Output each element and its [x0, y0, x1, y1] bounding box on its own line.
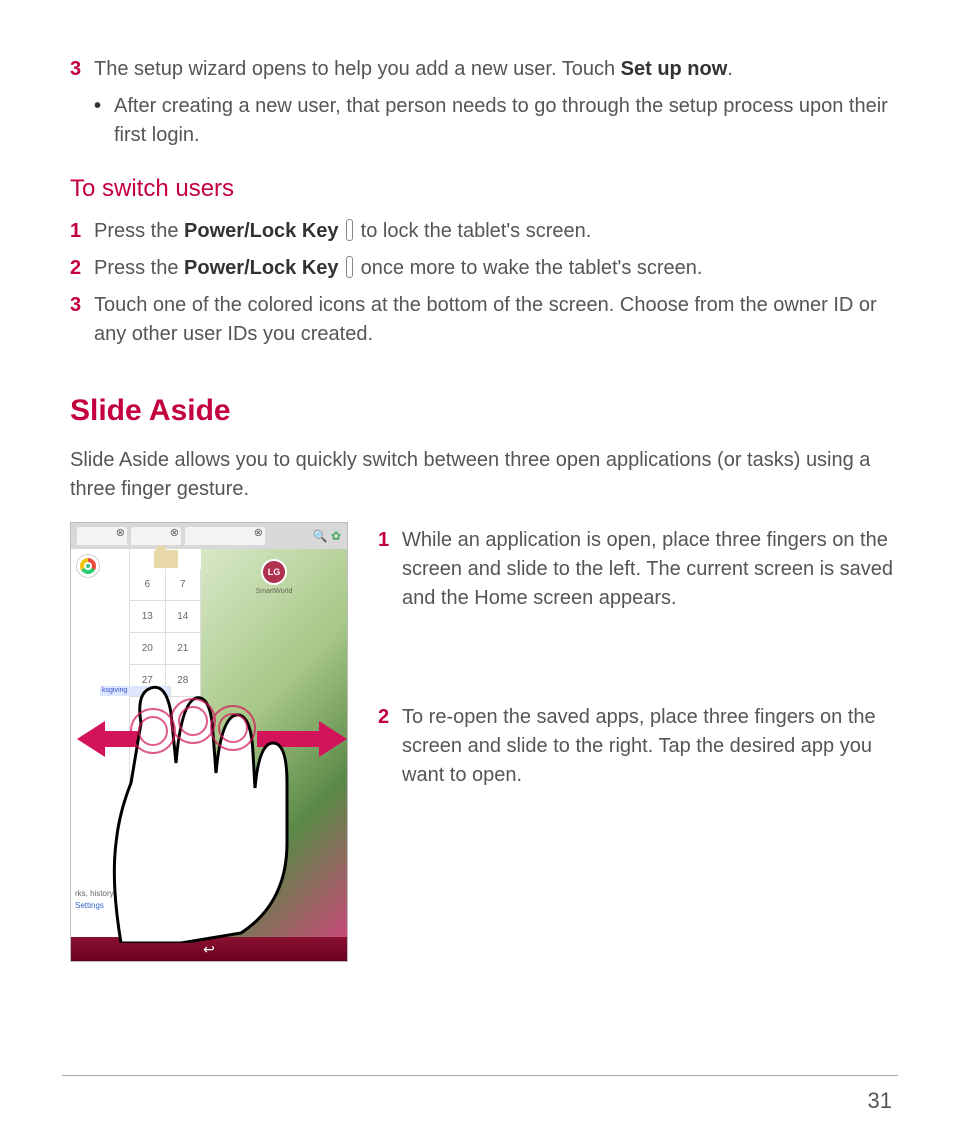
lg-icon: LG	[261, 559, 287, 585]
step-text: Press the Power/Lock Key once more to wa…	[94, 254, 894, 283]
switch-step-2: 2 Press the Power/Lock Key once more to …	[70, 254, 894, 283]
step-number: 2	[70, 254, 94, 283]
ill-tab	[77, 527, 127, 545]
ill-tab	[131, 527, 181, 545]
power-lock-key-icon	[346, 256, 353, 278]
page-number: 31	[868, 1085, 892, 1117]
folder-icon	[154, 550, 178, 568]
step-text: Press the Power/Lock Key to lock the tab…	[94, 217, 894, 246]
switch-step-3: 3 Touch one of the colored icons at the …	[70, 291, 894, 349]
hand-gesture-icon	[81, 643, 341, 943]
slide-step-2: 2 To re-open the saved apps, place three…	[378, 703, 894, 790]
switch-step-1: 1 Press the Power/Lock Key to lock the t…	[70, 217, 894, 246]
ill-status-icons: 🔍 ✿	[313, 528, 341, 545]
sub-bullet: • After creating a new user, that person…	[70, 92, 894, 150]
ill-tab	[185, 527, 265, 545]
heading-slide-aside: Slide Aside	[70, 389, 894, 433]
slide-aside-illustration: 🔍 ✿ 67 1314 2021 ksgiving2728 LG SmartWo…	[70, 522, 348, 962]
bullet-text: After creating a new user, that person n…	[114, 92, 894, 150]
slide-step-1: 1 While an application is open, place th…	[378, 526, 894, 613]
bullet-dot: •	[94, 92, 114, 150]
step-text: To re-open the saved apps, place three f…	[402, 703, 894, 790]
heading-switch-users: To switch users	[70, 172, 894, 207]
bold-setupnow: Set up now	[621, 58, 728, 80]
step-3: 3 The setup wizard opens to help you add…	[70, 55, 894, 84]
step-text: While an application is open, place thre…	[402, 526, 894, 613]
illustration-tabs: 🔍 ✿	[71, 523, 347, 549]
smartworld-label: SmartWorld	[201, 587, 347, 597]
slide-aside-intro: Slide Aside allows you to quickly switch…	[70, 446, 894, 504]
step-number: 1	[70, 217, 94, 246]
step-number: 3	[70, 291, 94, 349]
bold-powerlock: Power/Lock Key	[184, 220, 339, 242]
power-lock-key-icon	[346, 219, 353, 241]
step-number: 2	[378, 703, 402, 790]
chrome-icon	[77, 555, 99, 577]
bold-powerlock: Power/Lock Key	[184, 257, 339, 279]
step-number: 3	[70, 55, 94, 84]
step-text: The setup wizard opens to help you add a…	[94, 55, 894, 84]
step-text: Touch one of the colored icons at the bo…	[94, 291, 894, 349]
step-number: 1	[378, 526, 402, 613]
